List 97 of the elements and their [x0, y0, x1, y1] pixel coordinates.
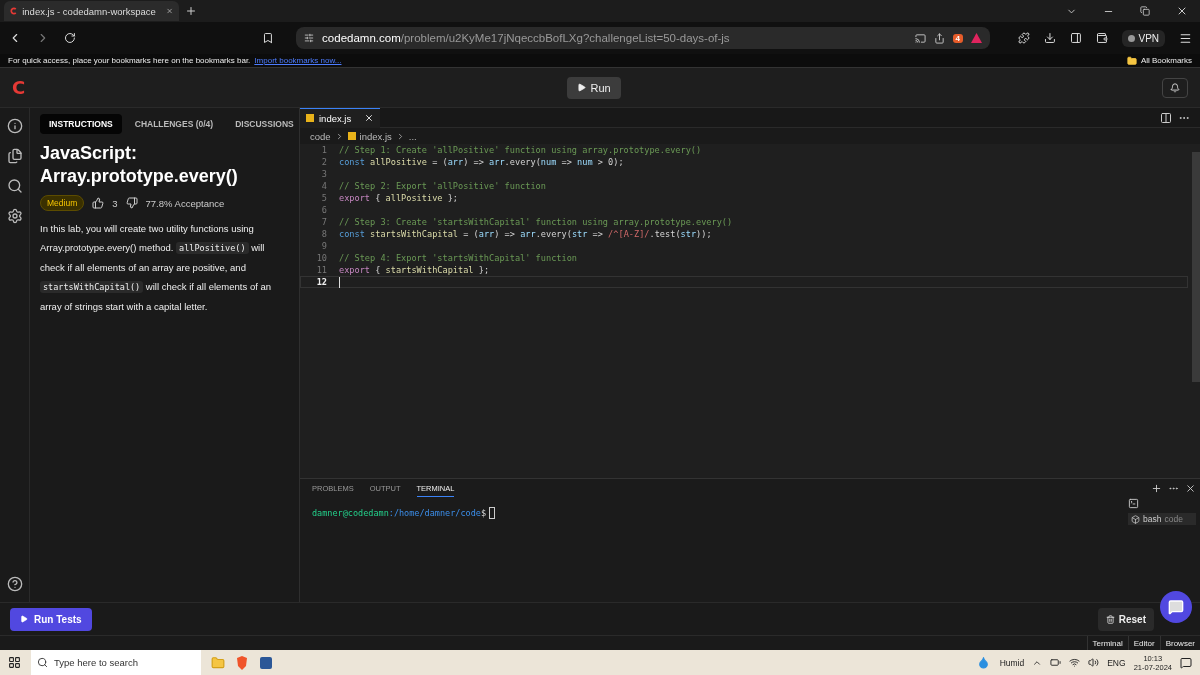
line-number: 7	[320, 217, 328, 227]
bookmark-icon[interactable]	[262, 32, 275, 44]
code-line: const startsWithCapital = (arr) => arr.every(str => /^[A-Z]/.test(str));	[339, 229, 712, 239]
extensions-icon[interactable]	[1017, 32, 1030, 44]
breadcrumb-item[interactable]: index.js	[359, 130, 392, 142]
close-icon[interactable]	[1176, 5, 1188, 17]
line-number: 3	[320, 169, 328, 179]
text-cursor	[339, 276, 340, 288]
logo: C	[12, 77, 26, 98]
folder-icon	[1126, 55, 1137, 66]
address-bar[interactable]: codedamn.com/problem/u2KyMe17jNqeccbBofLXg?challengeList=50-days-of-js 4	[296, 27, 990, 49]
line-number: 6	[320, 205, 328, 215]
run-button[interactable]: Run	[566, 76, 621, 99]
settings-icon[interactable]	[6, 208, 23, 224]
difficulty-badge: Medium	[40, 195, 85, 211]
site-settings-icon[interactable]	[304, 33, 315, 43]
triangle-icon[interactable]	[970, 33, 982, 43]
chat-icon	[1168, 599, 1184, 615]
tab-title: index.js - codedamn-workspace	[22, 5, 156, 17]
breadcrumb-item[interactable]: ...	[408, 130, 417, 142]
line-number: 12	[315, 277, 328, 287]
volume-icon	[1088, 657, 1100, 668]
weather-text: Humid	[999, 657, 1025, 668]
menu-icon[interactable]	[1179, 31, 1192, 45]
import-bookmarks-link[interactable]: Import bookmarks now...	[254, 56, 342, 65]
split-editor-icon[interactable]	[1160, 111, 1172, 124]
problem-title: JavaScript: Array.prototype.every()	[40, 142, 239, 187]
bell-icon	[1170, 82, 1180, 93]
panel-tab[interactable]: INSTRUCTIONS	[40, 114, 122, 134]
line-number: 2	[320, 157, 328, 167]
line-number: 10	[315, 253, 328, 263]
code-line: export { allPositive };	[339, 193, 459, 203]
start-icon[interactable]	[8, 656, 21, 669]
js-file-icon	[347, 132, 356, 140]
vpn-button[interactable]: VPN	[1121, 29, 1166, 47]
line-number: 1	[320, 145, 328, 155]
play-icon	[576, 83, 586, 92]
code-line: export { startsWithCapital };	[339, 265, 490, 275]
share-icon[interactable]	[933, 32, 945, 44]
new-tab-icon[interactable]	[185, 5, 197, 17]
line-number: 11	[315, 265, 328, 275]
sidebar-icon[interactable]	[1069, 32, 1082, 44]
download-icon[interactable]	[1043, 32, 1056, 44]
code-line: // Step 3: Create 'startsWithCapital' function using array.prototype.every()	[339, 217, 733, 227]
js-file-icon	[306, 114, 314, 122]
file-tab[interactable]: index.js	[300, 107, 380, 128]
terminal-prompt: damner@codedamn:/home/damner/code$	[312, 507, 1112, 519]
cast-icon[interactable]	[914, 32, 926, 44]
shield-count: 4	[952, 33, 963, 43]
files-icon[interactable]	[6, 148, 23, 164]
new-terminal-icon[interactable]	[1151, 483, 1162, 494]
problem-description: In this lab, you will create two utility functions using Array.prototype.every() method. allPositive() will check if all elements of an array are positive, and startsWithCapital() will check if all elements of an array of strings start with a capital letter.	[40, 222, 272, 314]
line-number: 5	[320, 193, 328, 203]
code-line: // Step 4: Export 'startsWithCapital' function	[339, 253, 577, 263]
code-line: const allPositive = (arr) => arr.every(num => num > 0);	[339, 157, 624, 167]
trash-icon	[1105, 614, 1115, 624]
breadcrumb-item[interactable]: code	[310, 130, 331, 142]
url-text: codedamn.com/problem/u2KyMe17jNqeccbBofLXg?challengeList=50-days-of-js	[322, 32, 730, 44]
notification-icon[interactable]	[1180, 656, 1192, 669]
terminal-icon[interactable]	[1128, 498, 1139, 509]
close-icon[interactable]	[1185, 483, 1196, 494]
all-bookmarks[interactable]: All Bookmarks	[1140, 56, 1192, 65]
page-tab[interactable]: index.js - codedamn-workspace	[4, 1, 179, 21]
weather-icon	[976, 656, 990, 669]
close-icon[interactable]	[364, 113, 374, 123]
search-icon	[37, 657, 48, 668]
taskbar-search[interactable]: Type here to search	[31, 650, 201, 675]
run-tests-button[interactable]: Run Tests	[10, 607, 92, 631]
shield-icon[interactable]	[235, 655, 249, 670]
profile-button[interactable]	[1162, 77, 1188, 98]
wifi-icon	[1069, 657, 1081, 668]
scrollbar[interactable]	[1192, 152, 1200, 382]
cube-icon	[1131, 514, 1140, 524]
panel-tab[interactable]: CHALLENGES (0/4)	[125, 114, 223, 134]
reset-button[interactable]: Reset	[1097, 607, 1154, 631]
language: ENG	[1107, 657, 1126, 668]
code-line: // Step 1: Create 'allPositive' function using array.prototype.every()	[339, 145, 702, 155]
line-number: 4	[320, 181, 328, 191]
wallet-icon[interactable]	[1095, 32, 1108, 44]
bookmarks-hint: For quick access, place your bookmarks here on the bookmarks bar.	[8, 56, 251, 65]
play-icon	[20, 615, 28, 623]
restore-icon[interactable]	[1140, 6, 1150, 16]
reload-icon[interactable]	[63, 32, 76, 44]
thumbs-up-icon[interactable]	[92, 197, 105, 209]
search-icon[interactable]	[6, 178, 23, 194]
favicon-icon	[10, 6, 18, 16]
like-count: 3	[112, 197, 118, 209]
chat-button[interactable]	[1160, 591, 1192, 623]
panel-tab[interactable]: DISCUSSIONS	[226, 114, 303, 134]
acceptance-rate: 77.8% Acceptance	[145, 197, 225, 209]
terminal-instance[interactable]: bash code	[1128, 513, 1196, 525]
code-line: // Step 2: Export 'allPositive' function	[339, 181, 546, 191]
thumbs-down-icon[interactable]	[125, 197, 138, 209]
line-number: 9	[320, 241, 328, 251]
line-number: 8	[320, 229, 328, 239]
info-icon[interactable]	[6, 118, 23, 134]
help-icon[interactable]	[6, 576, 23, 592]
